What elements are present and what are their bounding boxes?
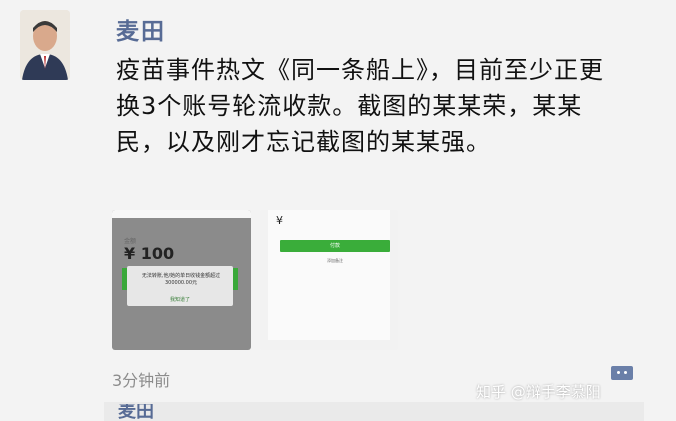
- comment-icon[interactable]: [611, 366, 633, 380]
- payment-card: ¥ 付款 添加备注: [268, 210, 390, 340]
- pay-button: 付款: [280, 240, 390, 252]
- poster-name[interactable]: 麦田: [116, 12, 166, 46]
- avatar-photo: [20, 10, 70, 80]
- add-note-link: 添加备注: [327, 258, 343, 263]
- next-poster-name[interactable]: 麦田: [118, 404, 154, 421]
- amount-value: ¥ 100: [124, 244, 175, 263]
- post-timestamp: 3分钟前: [112, 371, 171, 390]
- dialog-message: 无法转账,他/她的单日收钱金额超过300000.00元: [141, 273, 221, 286]
- error-dialog: 无法转账,他/她的单日收钱金额超过300000.00元 我知道了: [127, 266, 233, 306]
- next-post-strip: [104, 402, 644, 421]
- pay-button-edge: [233, 268, 238, 290]
- image-thumbnail-1[interactable]: 金额 ¥ 100 无法转账,他/她的单日收钱金额超过300000.00元 我知道…: [112, 210, 251, 350]
- post-text: 疫苗事件热文《同一条船上》，目前至少正更换3个账号轮流收款。截图的某某荣，某某民…: [116, 56, 604, 156]
- avatar[interactable]: [20, 10, 70, 80]
- watermark: 知乎 @辩手李慕阳: [476, 383, 601, 401]
- dialog-button: 我知道了: [169, 297, 190, 303]
- currency-symbol: ¥: [276, 214, 283, 227]
- image-thumbnail-2[interactable]: ¥ 付款 添加备注: [260, 210, 398, 350]
- thumbnail-header: [112, 210, 251, 218]
